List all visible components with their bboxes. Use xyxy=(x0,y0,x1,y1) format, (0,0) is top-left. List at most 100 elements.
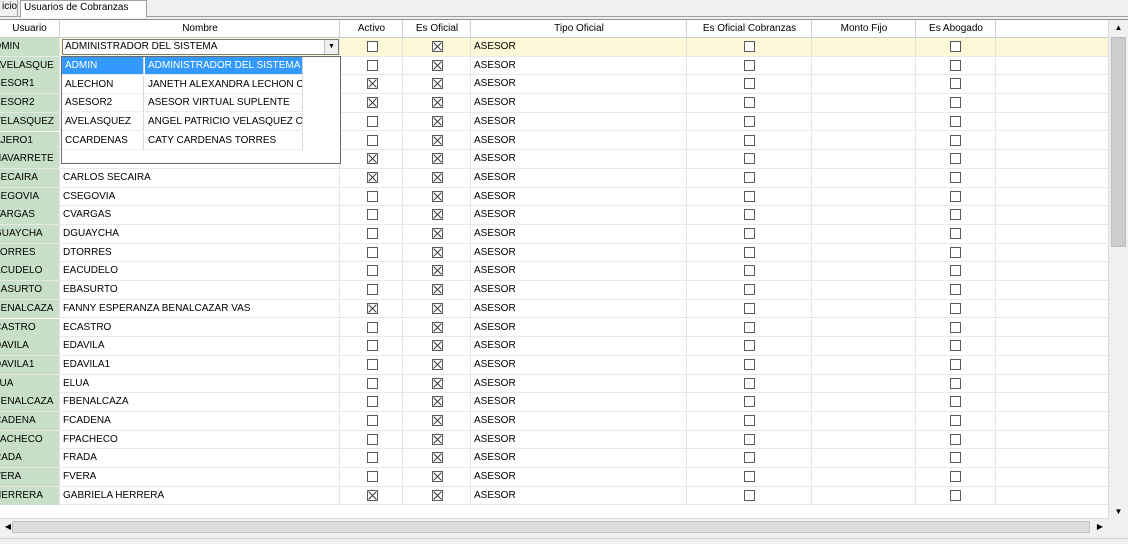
table-row[interactable]: SECAIRA CARLOS SECAIRA ASESOR xyxy=(0,168,1108,188)
cell-tipo-oficial[interactable]: ASESOR xyxy=(472,262,687,281)
es-oficial-cell[interactable] xyxy=(404,150,471,169)
dropdown-option[interactable]: ALECHON JANETH ALEXANDRA LECHON C xyxy=(62,75,303,95)
activo-checkbox[interactable] xyxy=(367,153,378,165)
activo-cell[interactable] xyxy=(341,225,403,243)
es-oficial-cobranzas-checkbox[interactable] xyxy=(744,41,755,52)
es-abogado-checkbox[interactable] xyxy=(950,246,961,258)
activo-checkbox[interactable] xyxy=(367,471,378,483)
es-abogado-cell[interactable] xyxy=(917,393,996,412)
vertical-scrollbar[interactable]: ▲ ▼ xyxy=(1108,20,1128,523)
cell-usuario[interactable]: HERRERA xyxy=(0,486,60,505)
es-oficial-cell[interactable] xyxy=(404,468,471,487)
es-abogado-checkbox[interactable] xyxy=(950,41,961,52)
es-oficial-cobranzas-cell[interactable] xyxy=(688,468,812,487)
activo-cell[interactable] xyxy=(341,449,403,468)
activo-cell[interactable] xyxy=(341,150,403,169)
cell-usuario[interactable]: RADA xyxy=(0,449,60,468)
es-oficial-cell[interactable] xyxy=(404,243,471,262)
es-oficial-cobranzas-checkbox[interactable] xyxy=(744,228,755,239)
es-abogado-checkbox[interactable] xyxy=(950,396,961,408)
dropdown-option[interactable]: CCARDENAS CATY CARDENAS TORRES xyxy=(62,131,303,151)
cell-nombre[interactable]: EACUDELO xyxy=(61,262,340,281)
cell-usuario[interactable]: CADENA xyxy=(0,412,60,430)
es-oficial-cell[interactable] xyxy=(404,281,471,300)
cell-usuario[interactable]: GUAYCHA xyxy=(0,225,60,243)
es-oficial-cobranzas-cell[interactable] xyxy=(688,449,812,468)
cell-nombre[interactable]: CARLOS SECAIRA xyxy=(61,168,340,187)
cell-tipo-oficial[interactable]: ASESOR xyxy=(472,206,687,225)
table-row[interactable]: BENALCAZA FBENALCAZA ASESOR xyxy=(0,393,1108,412)
es-oficial-cobranzas-cell[interactable] xyxy=(688,430,812,449)
activo-checkbox[interactable] xyxy=(367,489,378,501)
es-oficial-cell[interactable] xyxy=(404,337,471,356)
cell-monto-fijo[interactable] xyxy=(813,393,916,412)
cell-nombre[interactable]: EBASURTO xyxy=(61,281,340,300)
cell-tipo-oficial[interactable]: ASESOR xyxy=(472,112,687,131)
cell-tipo-oficial[interactable]: ASESOR xyxy=(472,281,687,300)
es-oficial-checkbox[interactable] xyxy=(432,415,443,426)
es-abogado-checkbox[interactable] xyxy=(950,265,961,277)
es-oficial-checkbox[interactable] xyxy=(432,209,443,221)
cell-monto-fijo[interactable] xyxy=(813,468,916,487)
es-oficial-checkbox[interactable] xyxy=(432,115,443,127)
es-abogado-checkbox[interactable] xyxy=(950,78,961,90)
cell-nombre[interactable]: ECASTRO xyxy=(61,318,340,337)
cell-nombre[interactable]: EDAVILA1 xyxy=(61,355,340,374)
es-oficial-cell[interactable] xyxy=(404,486,471,505)
es-oficial-cell[interactable] xyxy=(404,56,471,75)
es-oficial-checkbox[interactable] xyxy=(432,358,443,370)
es-oficial-cobranzas-cell[interactable] xyxy=(688,486,812,505)
cell-nombre[interactable]: ELUA xyxy=(61,374,340,393)
es-oficial-cobranzas-checkbox[interactable] xyxy=(744,284,755,296)
es-oficial-cell[interactable] xyxy=(404,430,471,449)
col-header-es-oficial[interactable]: Es Oficial xyxy=(404,20,471,38)
cell-tipo-oficial[interactable]: ASESOR xyxy=(472,225,687,243)
activo-checkbox[interactable] xyxy=(367,415,378,426)
es-abogado-cell[interactable] xyxy=(917,243,996,262)
table-row[interactable]: TORRES DTORRES ASESOR xyxy=(0,243,1108,263)
cell-tipo-oficial[interactable]: ASESOR xyxy=(472,318,687,337)
es-oficial-checkbox[interactable] xyxy=(432,321,443,333)
es-oficial-cobranzas-checkbox[interactable] xyxy=(744,433,755,445)
es-oficial-cell[interactable] xyxy=(404,94,471,113)
es-oficial-cobranzas-checkbox[interactable] xyxy=(744,190,755,202)
es-oficial-checkbox[interactable] xyxy=(432,153,443,165)
activo-cell[interactable] xyxy=(341,486,403,505)
es-abogado-cell[interactable] xyxy=(917,38,996,56)
es-oficial-cobranzas-checkbox[interactable] xyxy=(744,489,755,501)
col-header-tipo-oficial[interactable]: Tipo Oficial xyxy=(472,20,687,38)
es-abogado-cell[interactable] xyxy=(917,94,996,113)
cell-monto-fijo[interactable] xyxy=(813,355,916,374)
table-row[interactable]: VERA FVERA ASESOR xyxy=(0,468,1108,487)
es-oficial-cell[interactable] xyxy=(404,374,471,393)
cell-tipo-oficial[interactable]: ASESOR xyxy=(472,168,687,187)
activo-checkbox[interactable] xyxy=(367,340,378,352)
activo-cell[interactable] xyxy=(341,412,403,430)
es-oficial-checkbox[interactable] xyxy=(432,171,443,183)
col-header-es-abogado[interactable]: Es Abogado xyxy=(917,20,996,38)
es-oficial-cobranzas-checkbox[interactable] xyxy=(744,396,755,408)
es-oficial-cell[interactable] xyxy=(404,355,471,374)
cell-usuario[interactable]: DAVILA1 xyxy=(0,355,60,374)
es-oficial-cobranzas-cell[interactable] xyxy=(688,168,812,187)
cell-usuario[interactable]: DAVILA xyxy=(0,337,60,356)
activo-cell[interactable] xyxy=(341,374,403,393)
es-abogado-checkbox[interactable] xyxy=(950,377,961,389)
cell-usuario[interactable]: BASURTO xyxy=(0,281,60,300)
es-abogado-cell[interactable] xyxy=(917,187,996,206)
cell-monto-fijo[interactable] xyxy=(813,187,916,206)
cell-nombre[interactable]: FANNY ESPERANZA BENALCAZAR VAS xyxy=(61,299,340,318)
es-abogado-cell[interactable] xyxy=(917,206,996,225)
activo-cell[interactable] xyxy=(341,262,403,281)
cell-monto-fijo[interactable] xyxy=(813,206,916,225)
es-abogado-checkbox[interactable] xyxy=(950,471,961,483)
es-abogado-checkbox[interactable] xyxy=(950,321,961,333)
cell-monto-fijo[interactable] xyxy=(813,318,916,337)
dropdown-option[interactable]: ADMIN ADMINISTRADOR DEL SISTEMA xyxy=(62,57,303,76)
activo-checkbox[interactable] xyxy=(367,78,378,90)
es-oficial-checkbox[interactable] xyxy=(432,489,443,501)
es-abogado-checkbox[interactable] xyxy=(950,59,961,71)
cell-usuario[interactable]: VELASQUEZ xyxy=(0,112,60,131)
es-abogado-cell[interactable] xyxy=(917,112,996,131)
cell-monto-fijo[interactable] xyxy=(813,243,916,262)
